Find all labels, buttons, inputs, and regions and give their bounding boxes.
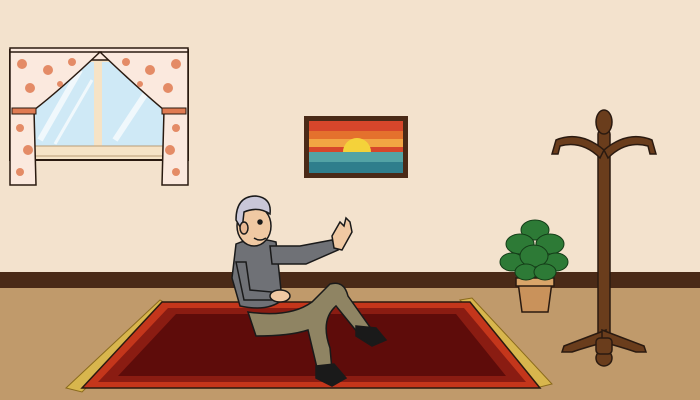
scene-canvas — [0, 0, 700, 400]
hand-lower — [269, 289, 291, 303]
living-room-scene — [0, 0, 700, 400]
baseboard — [0, 272, 700, 288]
sunset-painting — [304, 116, 408, 178]
window-sill — [29, 145, 167, 157]
